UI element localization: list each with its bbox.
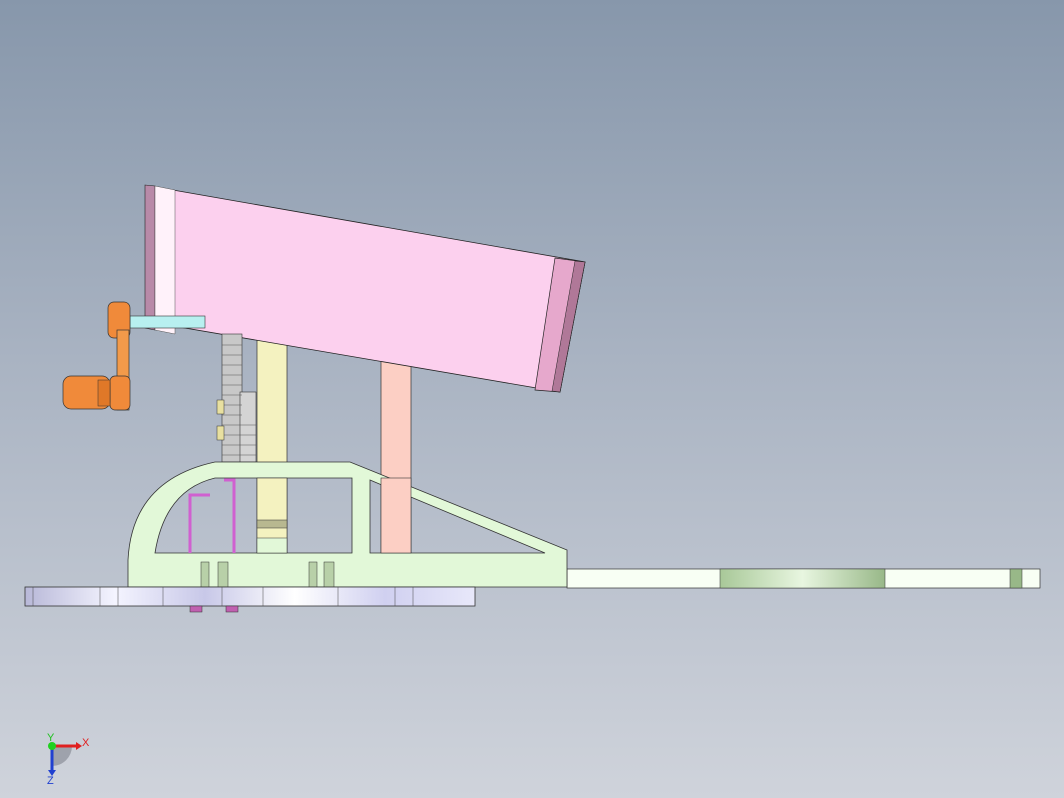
orientation-triad[interactable]: X Y Z — [47, 732, 90, 787]
side-frame[interactable] — [127, 461, 568, 588]
x-axis-label: X — [82, 737, 90, 749]
model-canvas[interactable]: X Y Z — [0, 0, 1064, 798]
crank-shaft — [129, 315, 206, 329]
mount-bracket — [188, 478, 236, 553]
hopper-box[interactable] — [144, 184, 586, 393]
triad-shadow-icon — [52, 746, 72, 766]
y-axis-label: Y — [47, 732, 55, 744]
z-axis-label: Z — [47, 775, 54, 787]
hand-crank[interactable] — [62, 301, 131, 411]
slide-rail[interactable] — [566, 568, 1041, 589]
cad-viewport[interactable]: X Y Z — [0, 0, 1064, 798]
base-plate[interactable] — [24, 586, 476, 607]
gear-train[interactable] — [216, 333, 257, 463]
